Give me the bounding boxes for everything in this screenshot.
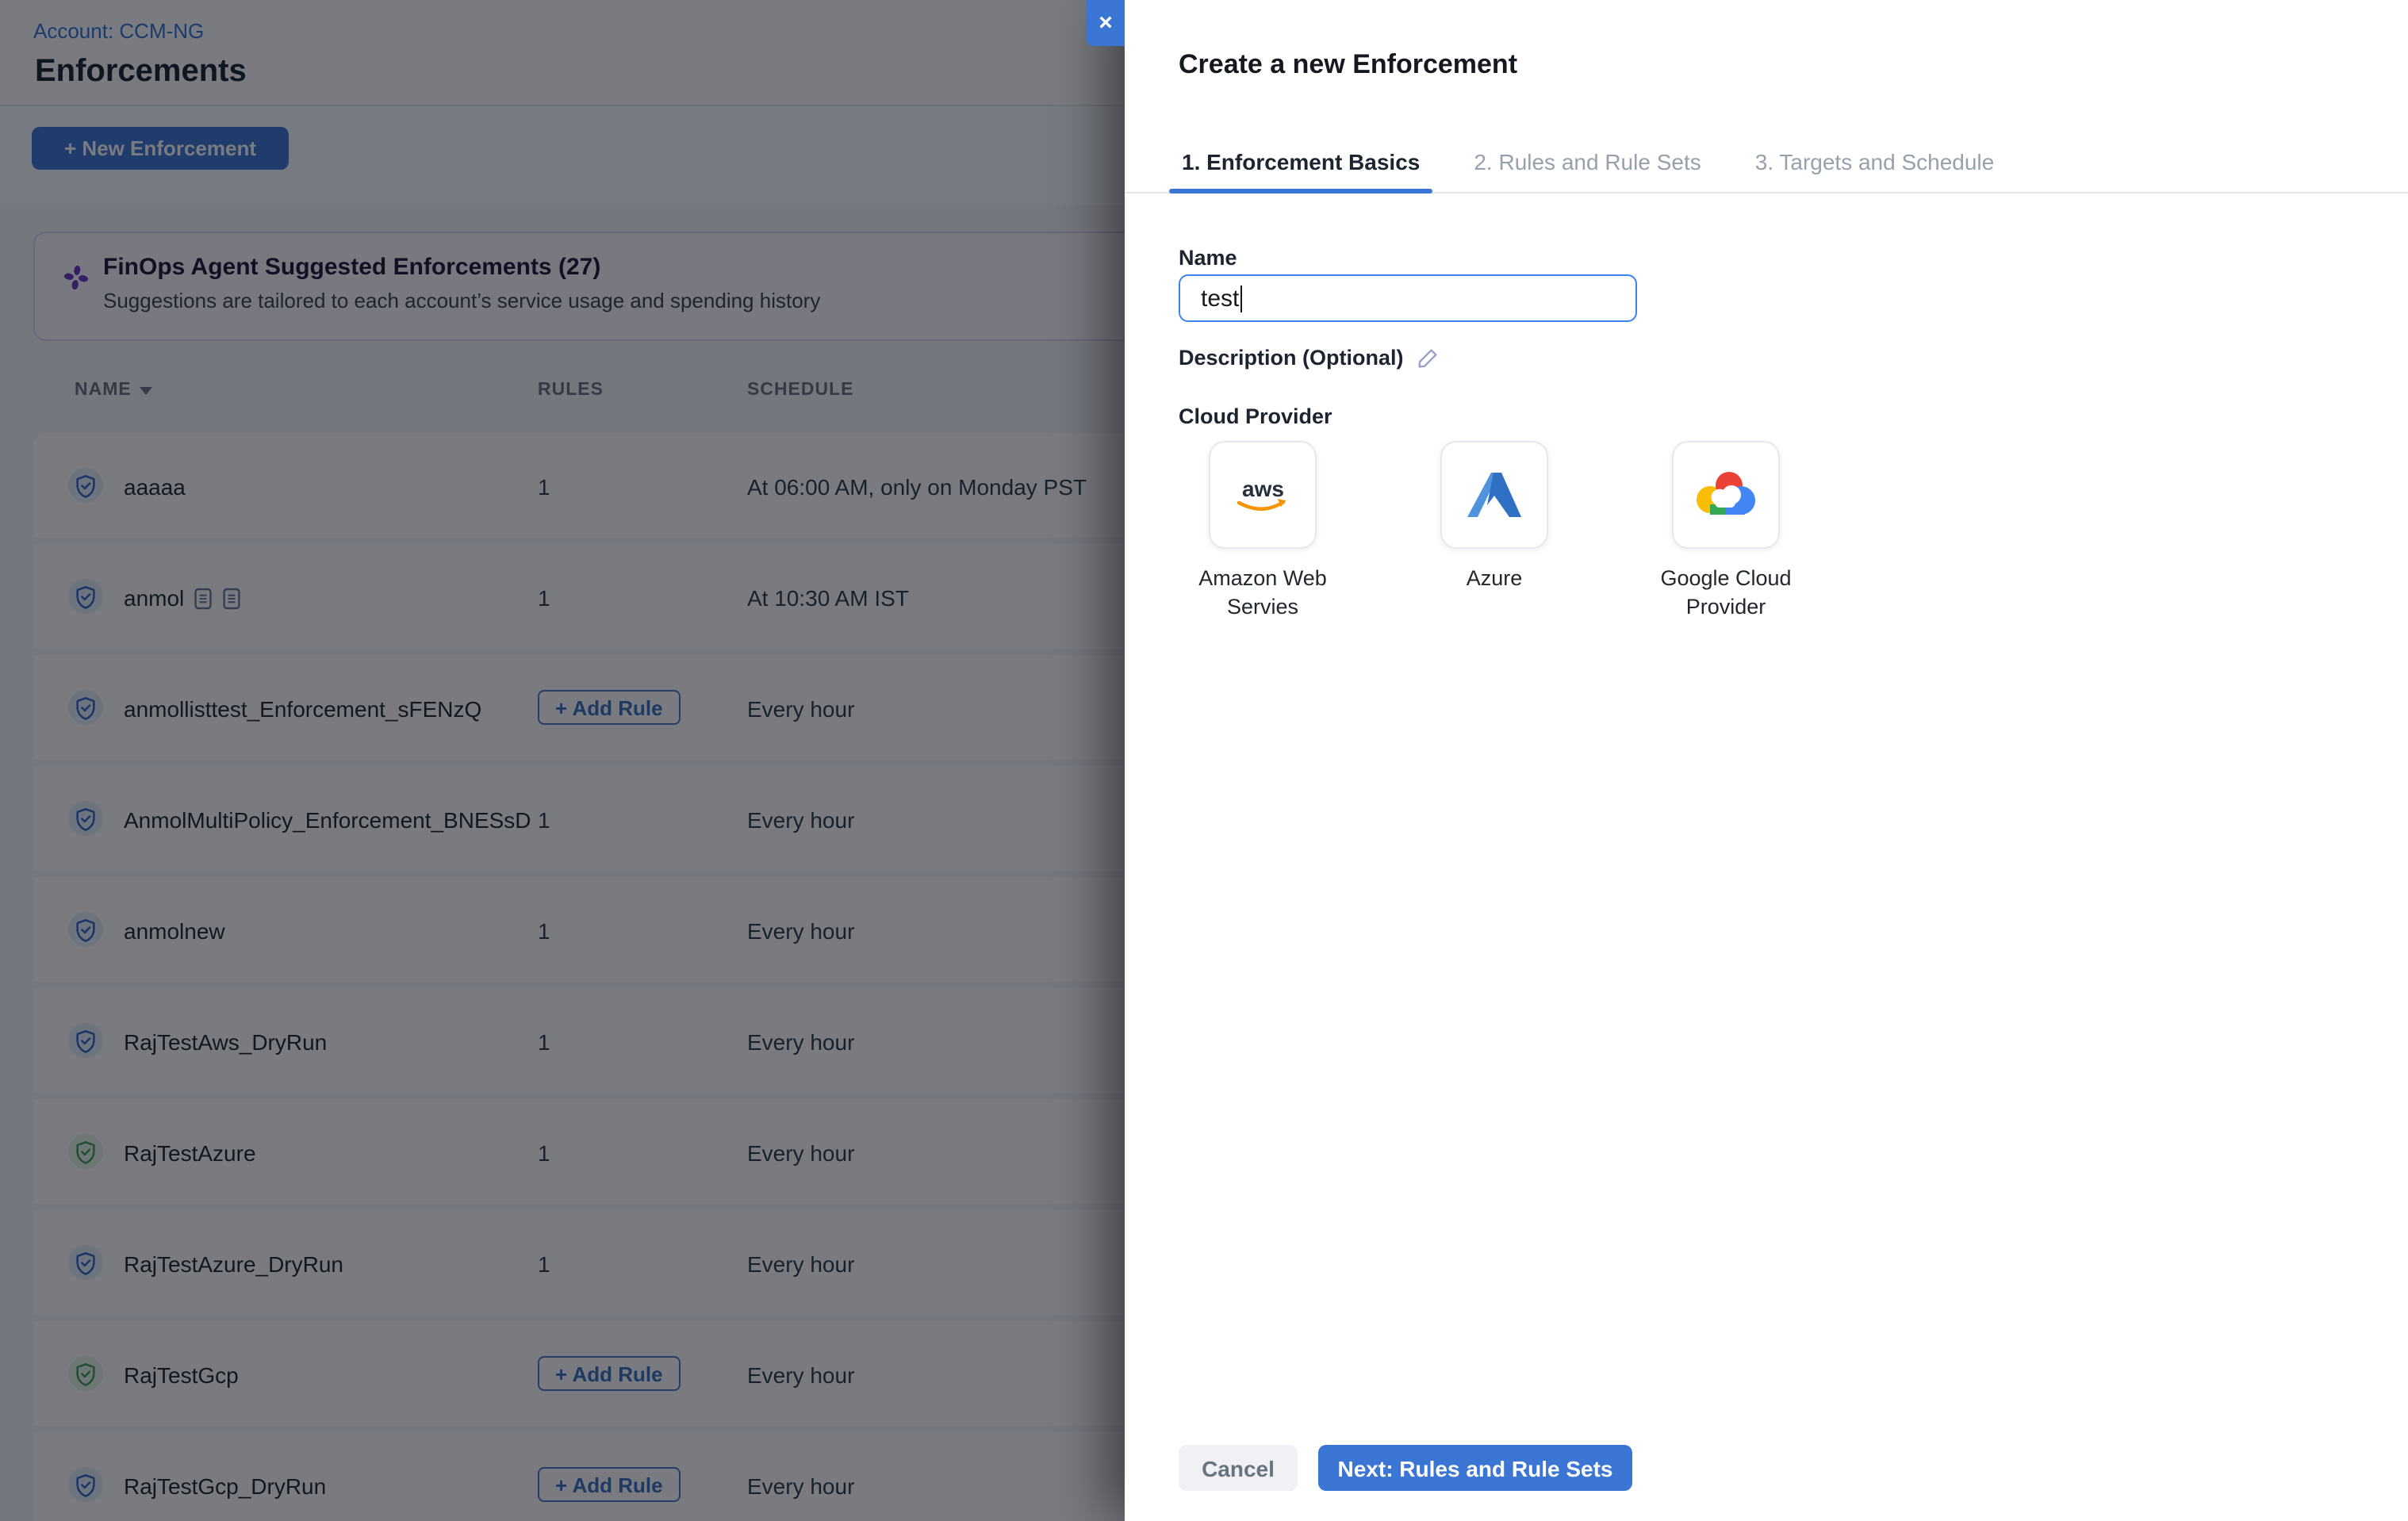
cloud-provider-name: Amazon Web Servies — [1175, 565, 1350, 622]
drawer-title: Create a new Enforcement — [1179, 49, 1517, 81]
cloud-provider-azure[interactable]: Azure — [1410, 441, 1578, 622]
tab-3[interactable]: 3. Targets and Schedule — [1752, 136, 1998, 192]
next-button[interactable]: Next: Rules and Rule Sets — [1318, 1445, 1632, 1491]
cloud-provider-name: Azure — [1407, 565, 1582, 593]
name-input-value: test — [1201, 285, 1239, 312]
description-row: Description (Optional) — [1179, 346, 1439, 370]
cloud-provider-card[interactable]: aws — [1209, 441, 1317, 549]
cancel-button[interactable]: Cancel — [1179, 1445, 1298, 1491]
tab-2[interactable]: 2. Rules and Rule Sets — [1470, 136, 1704, 192]
cloud-provider-label: Cloud Provider — [1179, 404, 1332, 428]
edit-pencil-icon[interactable] — [1417, 347, 1439, 369]
modal-backdrop[interactable] — [0, 0, 1125, 1521]
cloud-provider-card[interactable] — [1440, 441, 1548, 549]
screen: Account: CCM-NG Enforcements + New Enfor… — [0, 0, 2408, 1521]
cloud-provider-options: aws Amazon Web Servies Azure Google Clou… — [1179, 441, 1810, 622]
create-enforcement-drawer: × Create a new Enforcement 1. Enforcemen… — [1125, 0, 2408, 1521]
name-field-label: Name — [1179, 246, 1237, 270]
cloud-provider-gcp[interactable]: Google Cloud Provider — [1642, 441, 1810, 622]
tab-1[interactable]: 1. Enforcement Basics — [1179, 136, 1423, 192]
cloud-provider-name: Google Cloud Provider — [1639, 565, 1813, 622]
name-input[interactable]: test — [1179, 274, 1637, 322]
drawer-footer: Cancel Next: Rules and Rule Sets — [1179, 1445, 1632, 1491]
cloud-provider-card[interactable] — [1672, 441, 1780, 549]
text-cursor — [1240, 285, 1242, 312]
svg-text:aws: aws — [1242, 477, 1284, 501]
gcp-logo-icon — [1691, 469, 1761, 520]
azure-logo-icon — [1463, 466, 1526, 523]
description-label: Description (Optional) — [1179, 346, 1404, 370]
wizard-tabs: 1. Enforcement Basics 2. Rules and Rule S… — [1125, 136, 2408, 193]
aws-logo-icon: aws — [1229, 473, 1296, 517]
cloud-provider-aws[interactable]: aws Amazon Web Servies — [1179, 441, 1347, 622]
close-icon[interactable]: × — [1087, 0, 1125, 46]
